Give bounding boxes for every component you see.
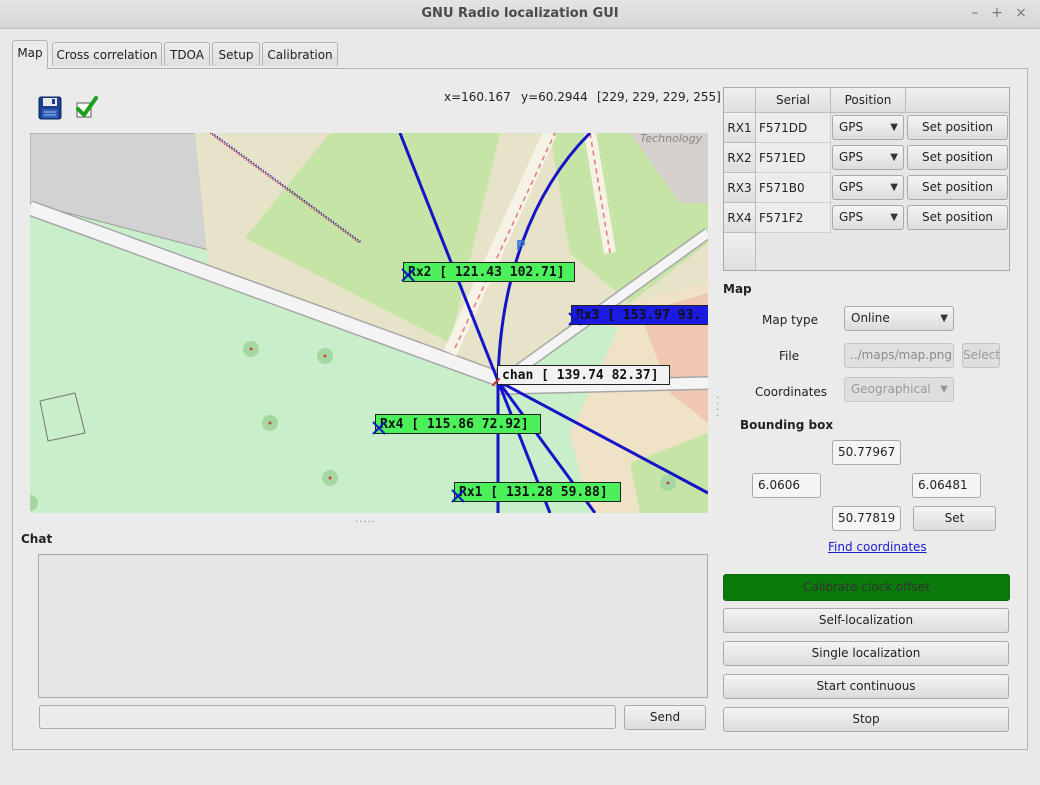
position-header: Position — [831, 88, 906, 113]
rx3-marker-icon — [568, 312, 582, 326]
start-continuous-button[interactable]: Start continuous — [723, 674, 1009, 699]
single-localization-button[interactable]: Single localization — [723, 641, 1009, 666]
parking-icon: P — [516, 239, 526, 254]
bounding-box-label: Bounding box — [740, 418, 834, 432]
find-coordinates-link[interactable]: Find coordinates — [828, 540, 927, 554]
set-position-button-rx3[interactable]: Set position — [907, 175, 1008, 200]
row-header-rx4: RX4 — [724, 203, 756, 233]
rx3-label: Rx3 [ 153.97 93. — [571, 305, 708, 325]
tab-setup[interactable]: Setup — [212, 42, 260, 66]
calibrate-clock-offset-button[interactable]: Calibrate clock offset — [723, 574, 1010, 601]
chat-input[interactable] — [39, 705, 616, 729]
chan-label: chan [ 139.74 82.37] — [497, 365, 670, 385]
serial-cell: F571F2 — [756, 203, 831, 233]
action-header — [906, 88, 1009, 113]
table-corner — [724, 88, 756, 113]
cursor-x-readout: x=160.167 — [444, 90, 511, 104]
chat-history[interactable] — [38, 554, 708, 698]
maximize-button[interactable]: + — [988, 4, 1006, 22]
chevron-down-icon: ▼ — [940, 313, 948, 324]
serial-cell: F571ED — [756, 143, 831, 173]
bbox-south-field[interactable]: 50.77819 — [832, 506, 901, 531]
map-type-value: Online — [851, 311, 890, 325]
chevron-down-icon: ▼ — [890, 152, 898, 163]
floppy-disk-icon[interactable] — [38, 96, 62, 120]
row-header-rx2: RX2 — [724, 143, 756, 173]
map-type-combo[interactable]: Online ▼ — [844, 306, 954, 331]
receivers-table: Serial Position RX1 F571DD GPS ▼ Set posi… — [723, 87, 1010, 271]
position-combo-rx2[interactable]: GPS ▼ — [832, 145, 904, 170]
minimize-button[interactable]: – — [966, 4, 984, 22]
row-header-rx1: RX1 — [724, 113, 756, 143]
send-button[interactable]: Send — [624, 705, 706, 730]
vertical-splitter-handle[interactable]: · · · · — [716, 394, 720, 422]
set-position-button-rx1[interactable]: Set position — [907, 115, 1008, 140]
row-header-empty — [724, 233, 756, 270]
rx1-marker-icon — [451, 489, 465, 503]
serial-cell: F571DD — [756, 113, 831, 143]
title-bar: GNU Radio localization GUI – + × — [0, 0, 1040, 29]
rx1-label: Rx1 [ 131.28 59.88] — [454, 482, 621, 502]
checkmark-icon[interactable] — [73, 95, 99, 121]
coordinates-combo[interactable]: Geographical ▼ — [844, 377, 954, 402]
set-position-button-rx2[interactable]: Set position — [907, 145, 1008, 170]
chan-marker-icon — [491, 375, 501, 387]
file-label: File — [779, 349, 800, 363]
window-title: GNU Radio localization GUI — [421, 6, 619, 21]
set-position-button-rx4[interactable]: Set position — [907, 205, 1008, 230]
set-bbox-button[interactable]: Set — [913, 506, 996, 531]
rx2-label: Rx2 [ 121.43 102.71] — [403, 262, 575, 282]
position-combo-rx3[interactable]: GPS ▼ — [832, 175, 904, 200]
map-section-title: Map — [723, 282, 752, 296]
tab-calibration[interactable]: Calibration — [262, 42, 338, 66]
chevron-down-icon: ▼ — [940, 384, 948, 395]
position-combo-value: GPS — [839, 150, 864, 164]
select-file-button[interactable]: Select — [962, 343, 1000, 368]
chevron-down-icon: ▼ — [890, 122, 898, 133]
position-combo-rx4[interactable]: GPS ▼ — [832, 205, 904, 230]
serial-cell: F571B0 — [756, 173, 831, 203]
chevron-down-icon: ▼ — [890, 212, 898, 223]
position-combo-value: GPS — [839, 210, 864, 224]
chat-label: Chat — [21, 532, 53, 546]
rx4-label: Rx4 [ 115.86 72.92] — [375, 414, 541, 434]
tab-tdoa[interactable]: TDOA — [164, 42, 210, 66]
cursor-pixel-readout: [229, 229, 229, 255] — [597, 90, 721, 104]
coordinates-label: Coordinates — [755, 385, 828, 399]
map-type-label: Map type — [762, 313, 818, 327]
map-file-field[interactable]: ../maps/map.png — [844, 343, 954, 368]
close-button[interactable]: × — [1012, 4, 1030, 22]
position-combo-value: GPS — [839, 180, 864, 194]
cursor-y-readout: y=60.2944 — [521, 90, 588, 104]
serial-header: Serial — [756, 88, 831, 113]
poi-label: Technology — [640, 133, 703, 145]
row-header-rx3: RX3 — [724, 173, 756, 203]
self-localization-button[interactable]: Self-localization — [723, 608, 1009, 633]
bbox-north-field[interactable]: 50.77967 — [832, 440, 901, 465]
tab-cross-correlation[interactable]: Cross correlation — [52, 42, 162, 66]
rx4-marker-icon — [372, 421, 386, 435]
stop-button[interactable]: Stop — [723, 707, 1009, 732]
coordinates-value: Geographical — [851, 382, 931, 396]
position-combo-rx1[interactable]: GPS ▼ — [832, 115, 904, 140]
bbox-east-field[interactable]: 6.06481 — [912, 473, 981, 498]
tab-map[interactable]: Map — [12, 40, 48, 69]
position-combo-value: GPS — [839, 120, 864, 134]
horizontal-splitter-handle[interactable]: ····· — [355, 517, 376, 528]
rx2-marker-icon — [401, 268, 415, 282]
chevron-down-icon: ▼ — [890, 182, 898, 193]
bbox-west-field[interactable]: 6.0606 — [752, 473, 821, 498]
